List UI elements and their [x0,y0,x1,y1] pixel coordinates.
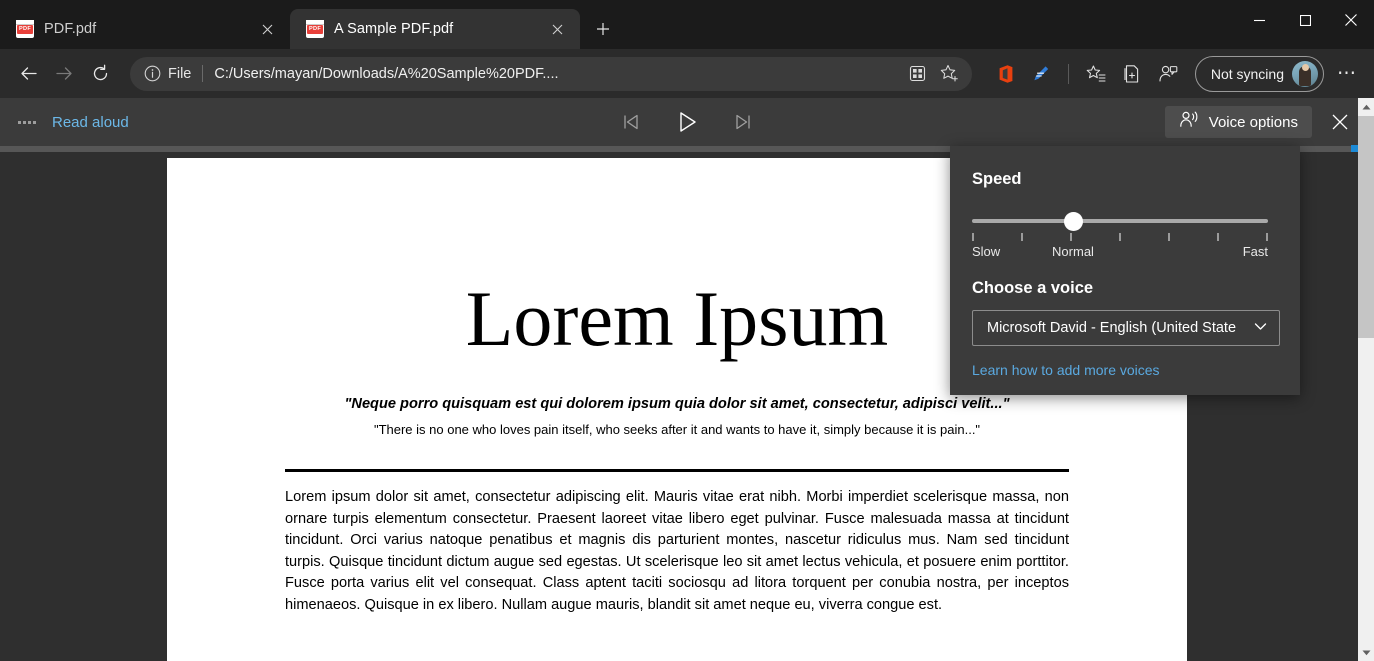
minimize-button[interactable] [1236,0,1282,40]
slider-label-slow: Slow [972,244,1001,259]
tab-pdf-pdf[interactable]: PDF PDF.pdf [0,9,290,49]
window-controls [1236,0,1374,40]
vertical-scrollbar[interactable] [1358,98,1374,661]
scroll-down-arrow-icon[interactable] [1358,644,1374,661]
edge-browser-window: PDF PDF.pdf PDF A Sample PDF.pdf File C:… [0,0,1374,661]
close-read-aloud-icon[interactable] [1324,106,1356,138]
voice-options-panel: Speed Slow Normal Fast Choose a voice Mi… [950,146,1300,395]
microsoft-office-icon[interactable] [988,57,1022,91]
document-paragraph: Lorem ipsum dolor sit amet, consectetur … [285,489,1069,613]
drag-handle-icon[interactable] [18,120,42,124]
browser-toolbar: File C:/Users/mayan/Downloads/A%20Sample… [0,49,1374,98]
document-quote-english: "There is no one who loves pain itself, … [373,422,981,437]
speed-heading: Speed [972,170,1022,188]
read-aloud-transport [616,107,758,137]
voice-options-label: Voice options [1208,113,1298,131]
learn-more-voices-link[interactable]: Learn how to add more voices [972,362,1278,378]
tab-title: A Sample PDF.pdf [334,21,454,37]
pdf-badge-label: PDF [307,25,323,34]
slider-label-fast: Fast [1242,244,1268,259]
address-bar[interactable]: File C:/Users/mayan/Downloads/A%20Sample… [130,56,972,91]
choose-voice-heading: Choose a voice [972,279,1094,297]
title-bar: PDF PDF.pdf PDF A Sample PDF.pdf [0,0,1374,49]
voice-select-dropdown[interactable]: Microsoft David - English (United State [972,310,1280,346]
forward-button[interactable] [46,56,82,92]
slider-track[interactable] [972,219,1268,223]
tab-close-icon[interactable] [254,16,280,42]
play-icon[interactable] [672,107,702,137]
horizontal-rule [285,469,1069,472]
tab-strip: PDF PDF.pdf PDF A Sample PDF.pdf [0,6,620,49]
pdf-file-icon: PDF [306,20,324,38]
new-tab-button[interactable] [586,12,620,46]
refresh-button[interactable] [82,56,118,92]
maximize-button[interactable] [1282,0,1328,40]
document-quote-latin: "Neque porro quisquam est qui dolorem ip… [344,396,1010,412]
tab-a-sample-pdf-pdf[interactable]: PDF A Sample PDF.pdf [290,9,580,49]
scroll-up-arrow-icon[interactable] [1358,98,1374,115]
next-paragraph-icon[interactable] [728,107,758,137]
read-aloud-label: Read aloud [52,113,129,131]
site-info-icon[interactable] [144,65,161,82]
avatar [1292,60,1318,87]
speed-slider[interactable]: Slow Normal Fast [972,211,1278,259]
read-aloud-toolbar: Read aloud Voice options [0,98,1374,146]
pdf-badge-label: PDF [17,25,33,34]
copilot-pen-icon[interactable] [1024,57,1058,91]
toolbar-icons [988,57,1185,91]
collections-icon[interactable] [1115,57,1149,91]
profile-button[interactable]: Not syncing [1194,55,1324,92]
slider-ticks [972,233,1268,241]
url-scheme-label: File [168,65,192,82]
chevron-down-icon[interactable] [1253,319,1271,338]
scrollbar-thumb[interactable] [1358,116,1374,338]
voice-person-icon [1179,110,1199,134]
slider-labels: Slow Normal Fast [972,244,1268,262]
browser-essentials-icon[interactable] [1151,57,1185,91]
split-screen-icon[interactable] [902,58,934,90]
tab-title: PDF.pdf [44,21,97,37]
toolbar-separator [1067,63,1069,84]
slider-thumb[interactable] [1064,212,1083,231]
previous-paragraph-icon[interactable] [616,107,646,137]
back-button[interactable] [10,56,46,92]
address-divider [202,65,204,82]
url-text[interactable]: C:/Users/mayan/Downloads/A%20Sample%20PD… [214,66,901,82]
voice-options-button[interactable]: Voice options [1164,106,1312,138]
slider-label-normal: Normal [1052,244,1094,259]
pdf-file-icon: PDF [16,20,34,38]
favorites-icon[interactable] [1079,57,1113,91]
add-favorite-star-icon[interactable] [934,58,966,90]
voice-select-value: Microsoft David - English (United State [987,320,1237,336]
settings-and-more-icon[interactable]: ⋯ [1330,57,1364,91]
profile-status-label: Not syncing [1210,65,1284,82]
tab-close-icon[interactable] [544,16,570,42]
close-button[interactable] [1328,0,1374,40]
